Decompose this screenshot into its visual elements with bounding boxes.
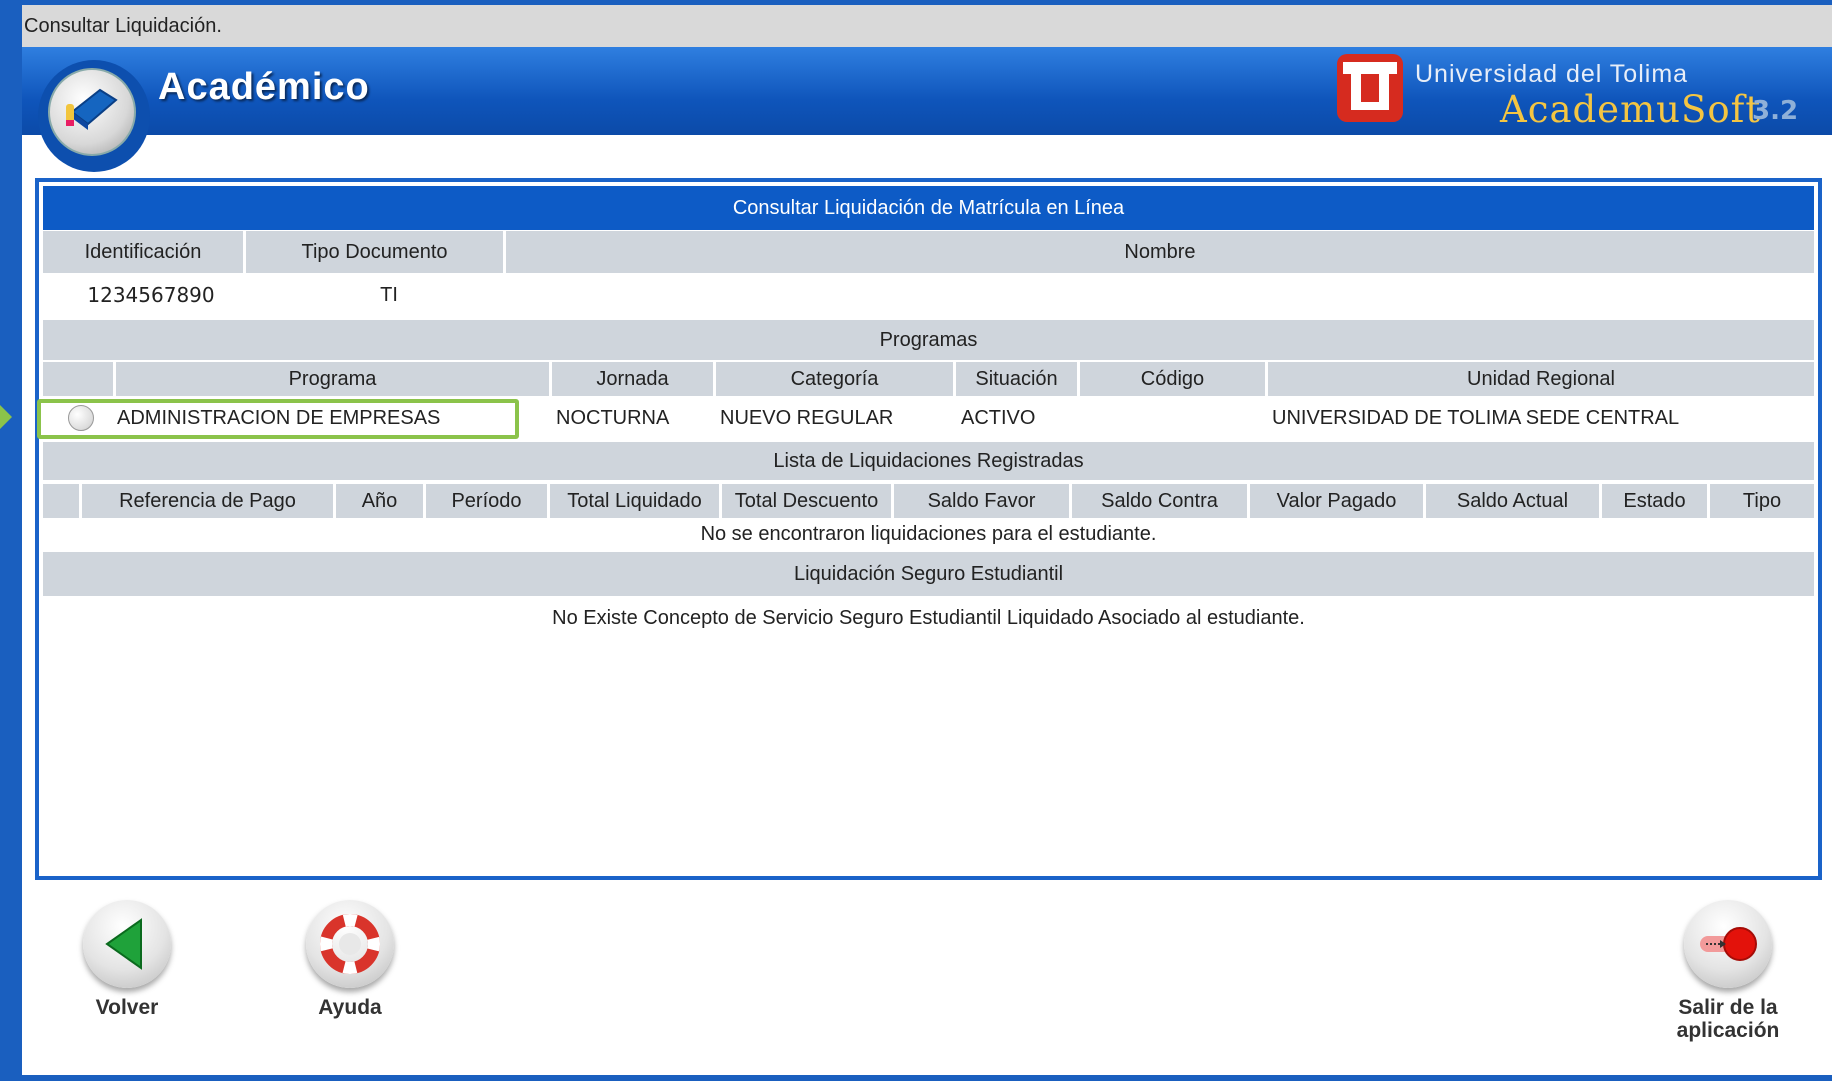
liquidaciones-title: Lista de Liquidaciones Registradas — [773, 449, 1084, 472]
volver-button[interactable]: Volver — [72, 900, 182, 1019]
col-tipo-documento: Tipo Documento — [243, 231, 503, 273]
liquidacion-header-row: Referencia de Pago Año Período Total Liq… — [43, 484, 1814, 518]
col-estado: Estado — [1599, 484, 1707, 518]
ayuda-button[interactable]: Ayuda — [295, 900, 405, 1019]
col-periodo: Período — [423, 484, 547, 518]
window-title: Consultar Liquidación. — [22, 5, 1832, 47]
student-header-row: Identificación Tipo Documento Nombre — [43, 231, 1814, 273]
student-nombre — [519, 273, 1814, 317]
book-globe-icon — [66, 88, 118, 130]
program-situacion: ACTIVO — [961, 406, 1036, 429]
program-codigo — [1083, 396, 1263, 440]
software-version: 3.2 — [1752, 96, 1799, 126]
back-arrow-icon — [105, 918, 142, 970]
liquidaciones-empty-row: No se encontraron liquidaciones para el … — [43, 518, 1814, 550]
col-anio: Año — [333, 484, 423, 518]
program-categoria: NUEVO REGULAR — [720, 406, 894, 429]
lifebuoy-icon — [320, 914, 380, 974]
pointer-arrow-icon — [0, 405, 12, 429]
student-identificacion: 1234567890 — [87, 283, 215, 307]
salir-label-line2: aplicación — [1676, 1019, 1780, 1042]
ut-logo-icon — [1337, 54, 1403, 122]
seguro-section-header: Liquidación Seguro Estudiantil — [43, 552, 1814, 596]
salir-button[interactable]: Salir de la aplicación — [1666, 900, 1790, 1042]
col-saldo-contra: Saldo Contra — [1069, 484, 1247, 518]
salir-label-line1: Salir de la — [1678, 996, 1778, 1019]
col-jornada: Jornada — [549, 362, 713, 396]
col-identificacion: Identificación — [43, 231, 243, 273]
ayuda-label: Ayuda — [318, 996, 382, 1019]
col-saldo-favor: Saldo Favor — [891, 484, 1069, 518]
col-programa: Programa — [113, 362, 549, 396]
program-unidad-regional: UNIVERSIDAD DE TOLIMA SEDE CENTRAL — [1272, 406, 1680, 429]
col-total-liquidado: Total Liquidado — [547, 484, 719, 518]
col-tipo: Tipo — [1707, 484, 1814, 518]
col-codigo: Código — [1077, 362, 1265, 396]
seguro-empty-row: No Existe Concepto de Servicio Seguro Es… — [43, 596, 1814, 640]
col-categoria: Categoría — [713, 362, 953, 396]
no-liquidaciones-message: No se encontraron liquidaciones para el … — [700, 522, 1157, 545]
col-total-descuento: Total Descuento — [719, 484, 891, 518]
program-header-row: Programa Jornada Categoría Situación Cód… — [43, 362, 1814, 396]
no-seguro-message: No Existe Concepto de Servicio Seguro Es… — [552, 606, 1305, 629]
app-title: Académico — [158, 66, 370, 108]
program-jornada: NOCTURNA — [556, 406, 670, 429]
selected-program-highlight — [37, 399, 519, 439]
programas-section-header: Programas — [43, 320, 1814, 360]
student-tipo-documento: TI — [380, 283, 398, 306]
exit-icon — [1700, 927, 1757, 961]
university-name: Universidad del Tolima — [1415, 60, 1689, 88]
col-situacion: Situación — [953, 362, 1077, 396]
col-saldo-actual: Saldo Actual — [1423, 484, 1599, 518]
seguro-title: Liquidación Seguro Estudiantil — [793, 562, 1064, 585]
col-valor-pagado: Valor Pagado — [1247, 484, 1423, 518]
main-panel: Consultar Liquidación de Matrícula en Lí… — [35, 178, 1822, 880]
programas-title: Programas — [879, 328, 978, 351]
liquidaciones-section-header: Lista de Liquidaciones Registradas — [43, 442, 1814, 480]
volver-label: Volver — [95, 996, 159, 1019]
software-name: AcademuSoft — [1500, 88, 1762, 131]
col-referencia-pago: Referencia de Pago — [79, 484, 333, 518]
col-unidad-regional: Unidad Regional — [1265, 362, 1814, 396]
student-row: 1234567890 TI — [43, 273, 1814, 317]
panel-title: Consultar Liquidación de Matrícula en Lí… — [43, 186, 1814, 230]
col-nombre: Nombre — [503, 231, 1814, 273]
